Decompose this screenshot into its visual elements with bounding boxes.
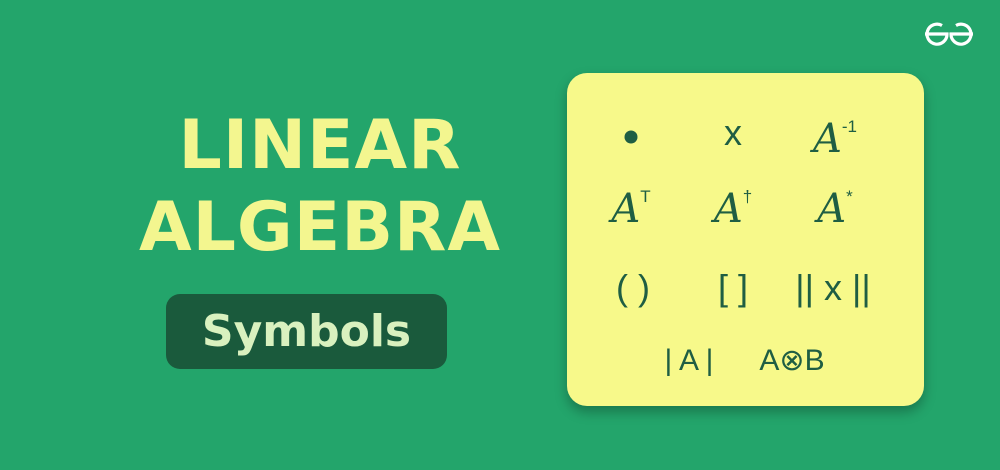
transpose-symbol: AT [611,186,651,232]
determinant-symbol: | A | [664,344,714,377]
adjoint-symbol: A* [817,186,853,232]
symbols-card: x A-1 AT A† A* ( ) [ ] || x || | A | A⊗B [567,73,924,406]
parentheses-symbol: ( ) [616,267,650,308]
title-line-1: LINEAR [178,106,462,185]
brackets-symbol: [ ] [717,267,749,308]
subtitle-pill: Symbols [166,294,447,369]
tensor-product-symbol: A⊗B [759,344,825,377]
subtitle-label: Symbols [201,306,412,357]
norm-symbol: || x || [795,267,871,308]
title-line-2: ALGEBRA [138,188,502,267]
inverse-symbol: A-1 [812,116,858,162]
geeksforgeeks-logo-icon [925,22,973,46]
cross-product-symbol: x [724,112,742,153]
dot-product-symbol [624,130,638,144]
conjugate-transpose-symbol: A† [713,186,753,232]
